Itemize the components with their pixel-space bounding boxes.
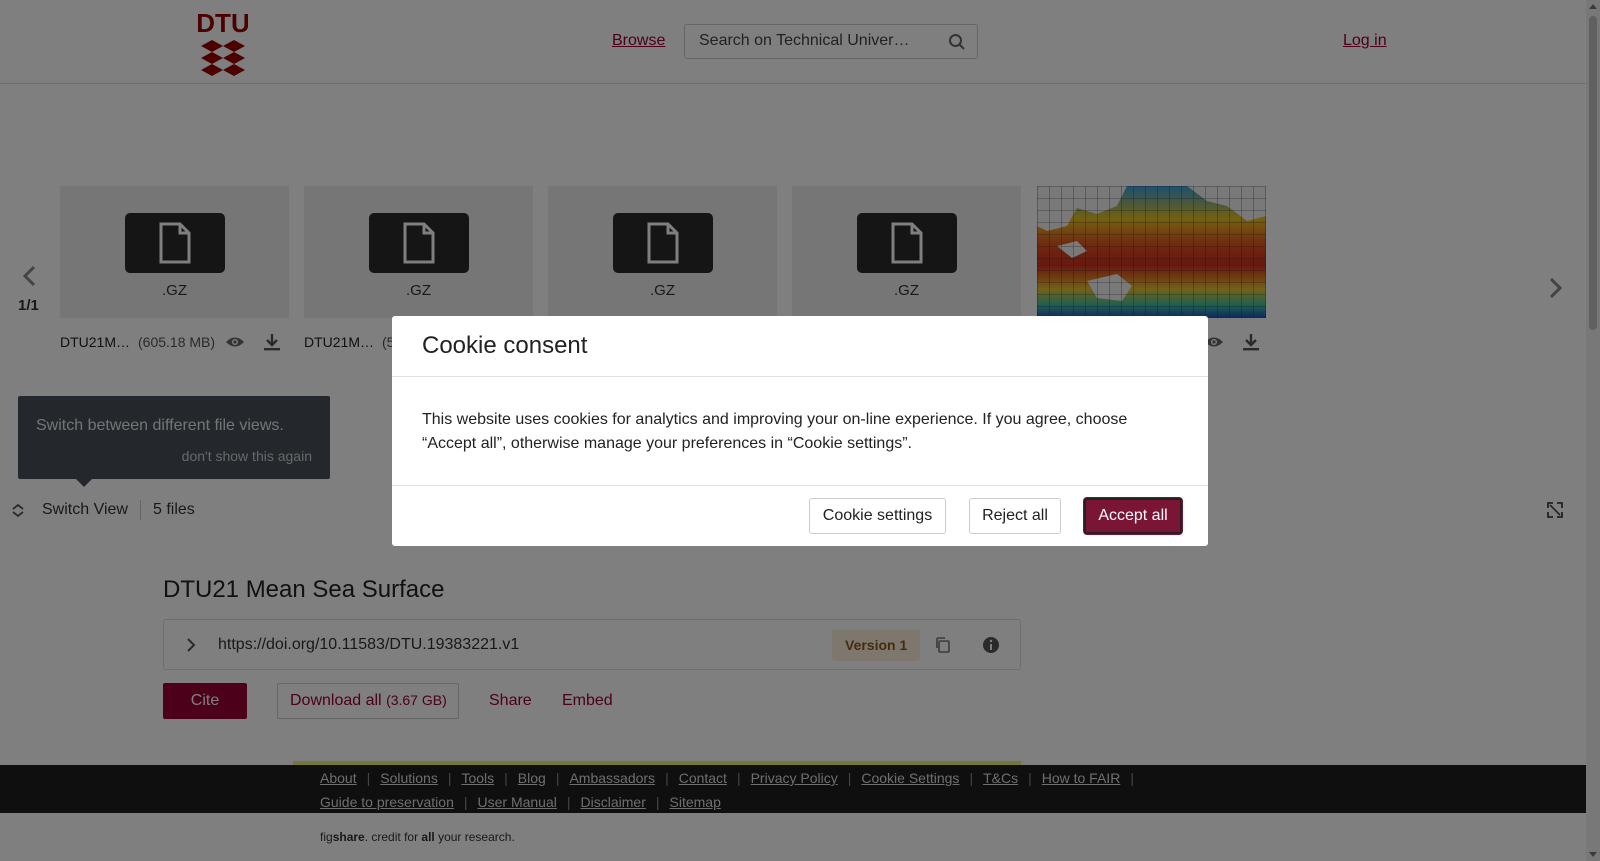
cookie-settings-button[interactable]: Cookie settings [809,498,946,534]
cookie-dialog-title: Cookie consent [422,332,588,359]
accept-all-button[interactable]: Accept all [1084,498,1182,534]
cookie-consent-dialog: Cookie consent This website uses cookies… [392,316,1208,546]
divider [392,376,1208,377]
reject-all-button[interactable]: Reject all [969,498,1061,534]
divider [392,485,1208,486]
cookie-dialog-body: This website uses cookies for analytics … [422,411,1128,452]
